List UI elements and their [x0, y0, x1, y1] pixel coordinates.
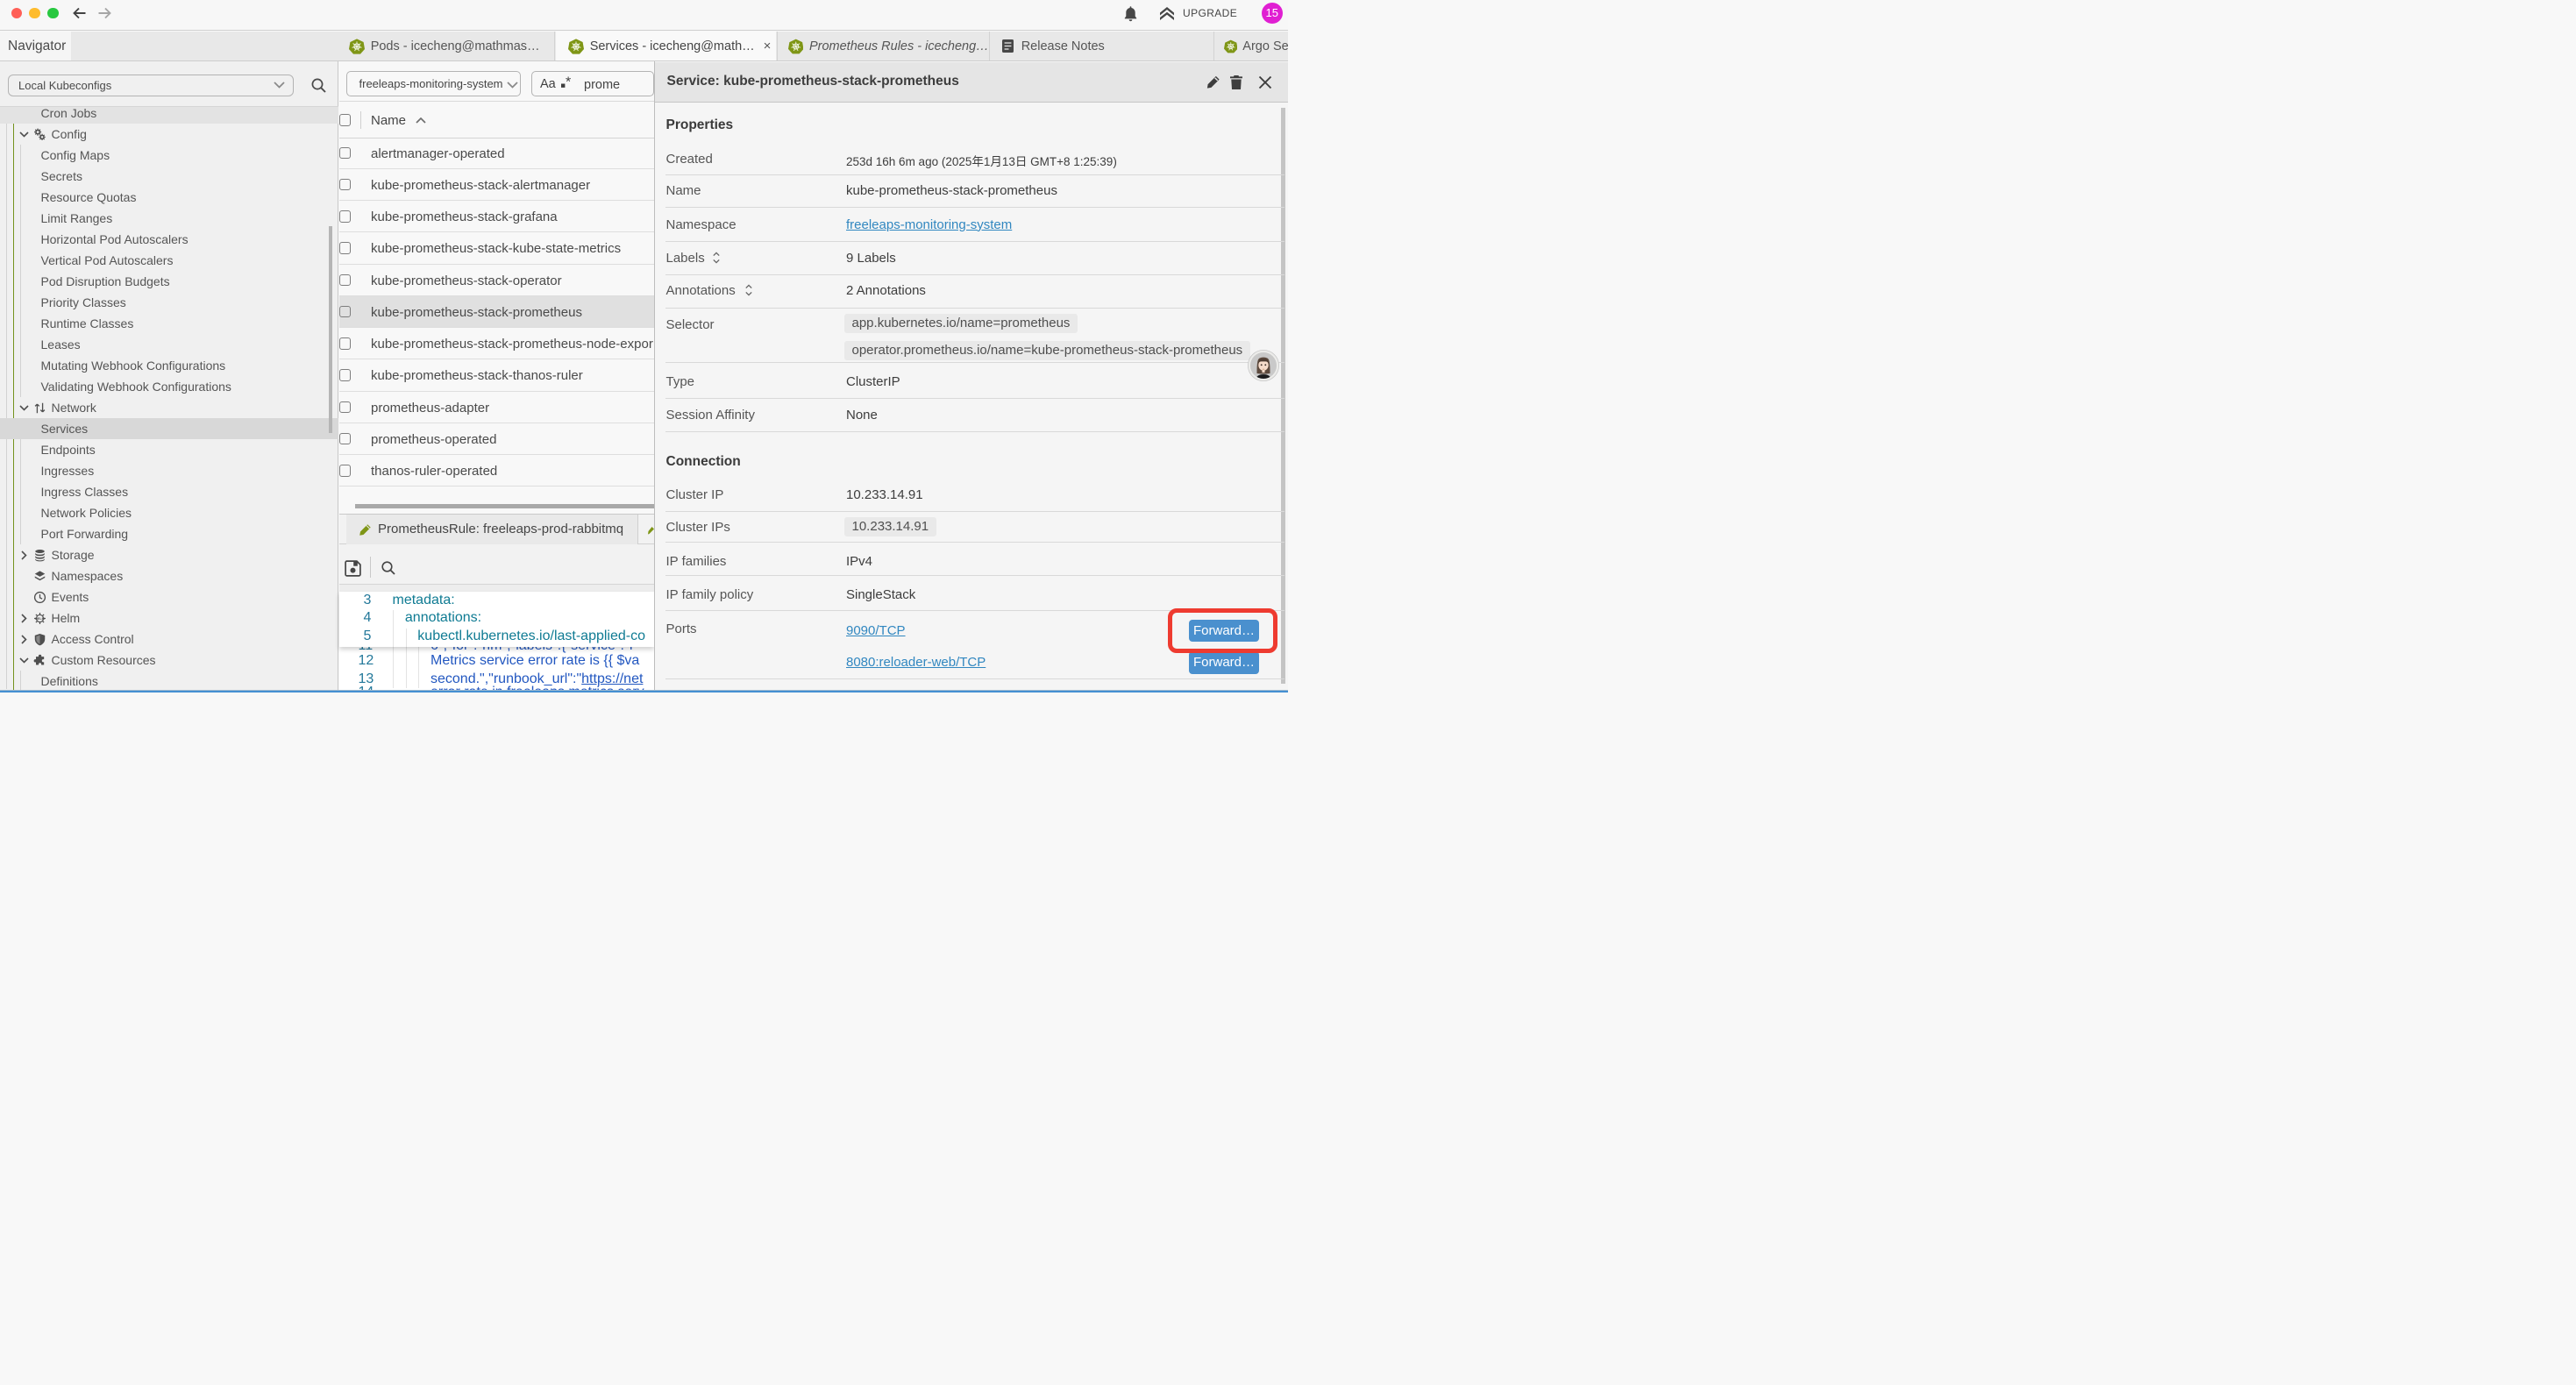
svg-text:HELM: HELM — [35, 617, 44, 621]
svg-text:*: * — [566, 75, 571, 90]
